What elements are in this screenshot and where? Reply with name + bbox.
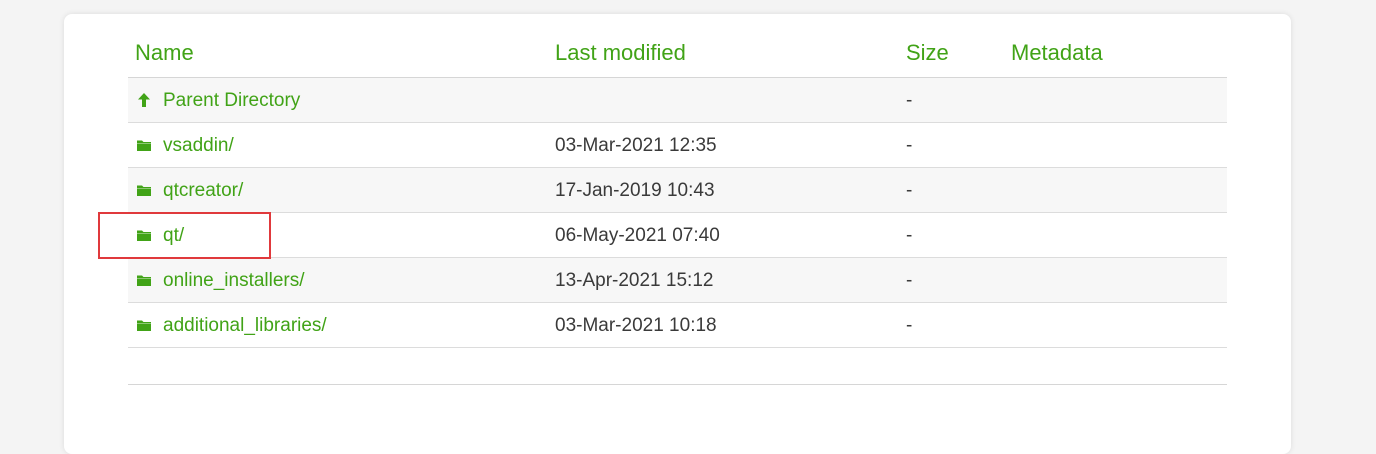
folder-icon [137,320,151,331]
table-row-vsaddin: vsaddin/ 03-Mar-2021 12:35 - [128,123,1227,168]
row-size: - [906,180,913,201]
row-size: - [906,90,913,111]
column-header-name[interactable]: Name [135,40,194,66]
row-modified: 17-Jan-2019 10:43 [555,180,715,201]
folder-icon [137,140,151,151]
row-modified: 03-Mar-2021 12:35 [555,135,717,156]
table-row-qt: qt/ 06-May-2021 07:40 - [128,213,1227,258]
directory-card: Name Last modified Size Metadata Parent … [64,14,1291,454]
folder-icon [137,230,151,241]
table-row-additional-libraries: additional_libraries/ 03-Mar-2021 10:18 … [128,303,1227,348]
folder-link-vsaddin[interactable]: vsaddin/ [163,135,234,157]
table-row-parent-directory: Parent Directory - [128,78,1227,123]
column-header-metadata[interactable]: Metadata [1011,40,1103,66]
folder-icon [137,275,151,286]
row-modified: 03-Mar-2021 10:18 [555,315,717,336]
directory-listing: Name Last modified Size Metadata Parent … [128,34,1227,385]
column-header-size[interactable]: Size [906,40,949,66]
column-header-last-modified[interactable]: Last modified [555,40,686,66]
folder-icon [137,185,151,196]
row-modified: 13-Apr-2021 15:12 [555,270,714,291]
row-size: - [906,270,913,291]
table-row-online-installers: online_installers/ 13-Apr-2021 15:12 - [128,258,1227,303]
folder-link-qt[interactable]: qt/ [163,225,184,247]
parent-directory-link[interactable]: Parent Directory [163,90,300,112]
listing-footer-divider [128,348,1227,385]
folder-link-online-installers[interactable]: online_installers/ [163,270,305,292]
arrow-up-icon [138,93,150,107]
table-row-qtcreator: qtcreator/ 17-Jan-2019 10:43 - [128,168,1227,213]
row-modified: 06-May-2021 07:40 [555,225,720,246]
row-size: - [906,135,913,156]
row-size: - [906,315,913,336]
row-size: - [906,225,913,246]
folder-link-qtcreator[interactable]: qtcreator/ [163,180,243,202]
listing-header: Name Last modified Size Metadata [128,34,1227,78]
folder-link-additional-libraries[interactable]: additional_libraries/ [163,315,327,337]
